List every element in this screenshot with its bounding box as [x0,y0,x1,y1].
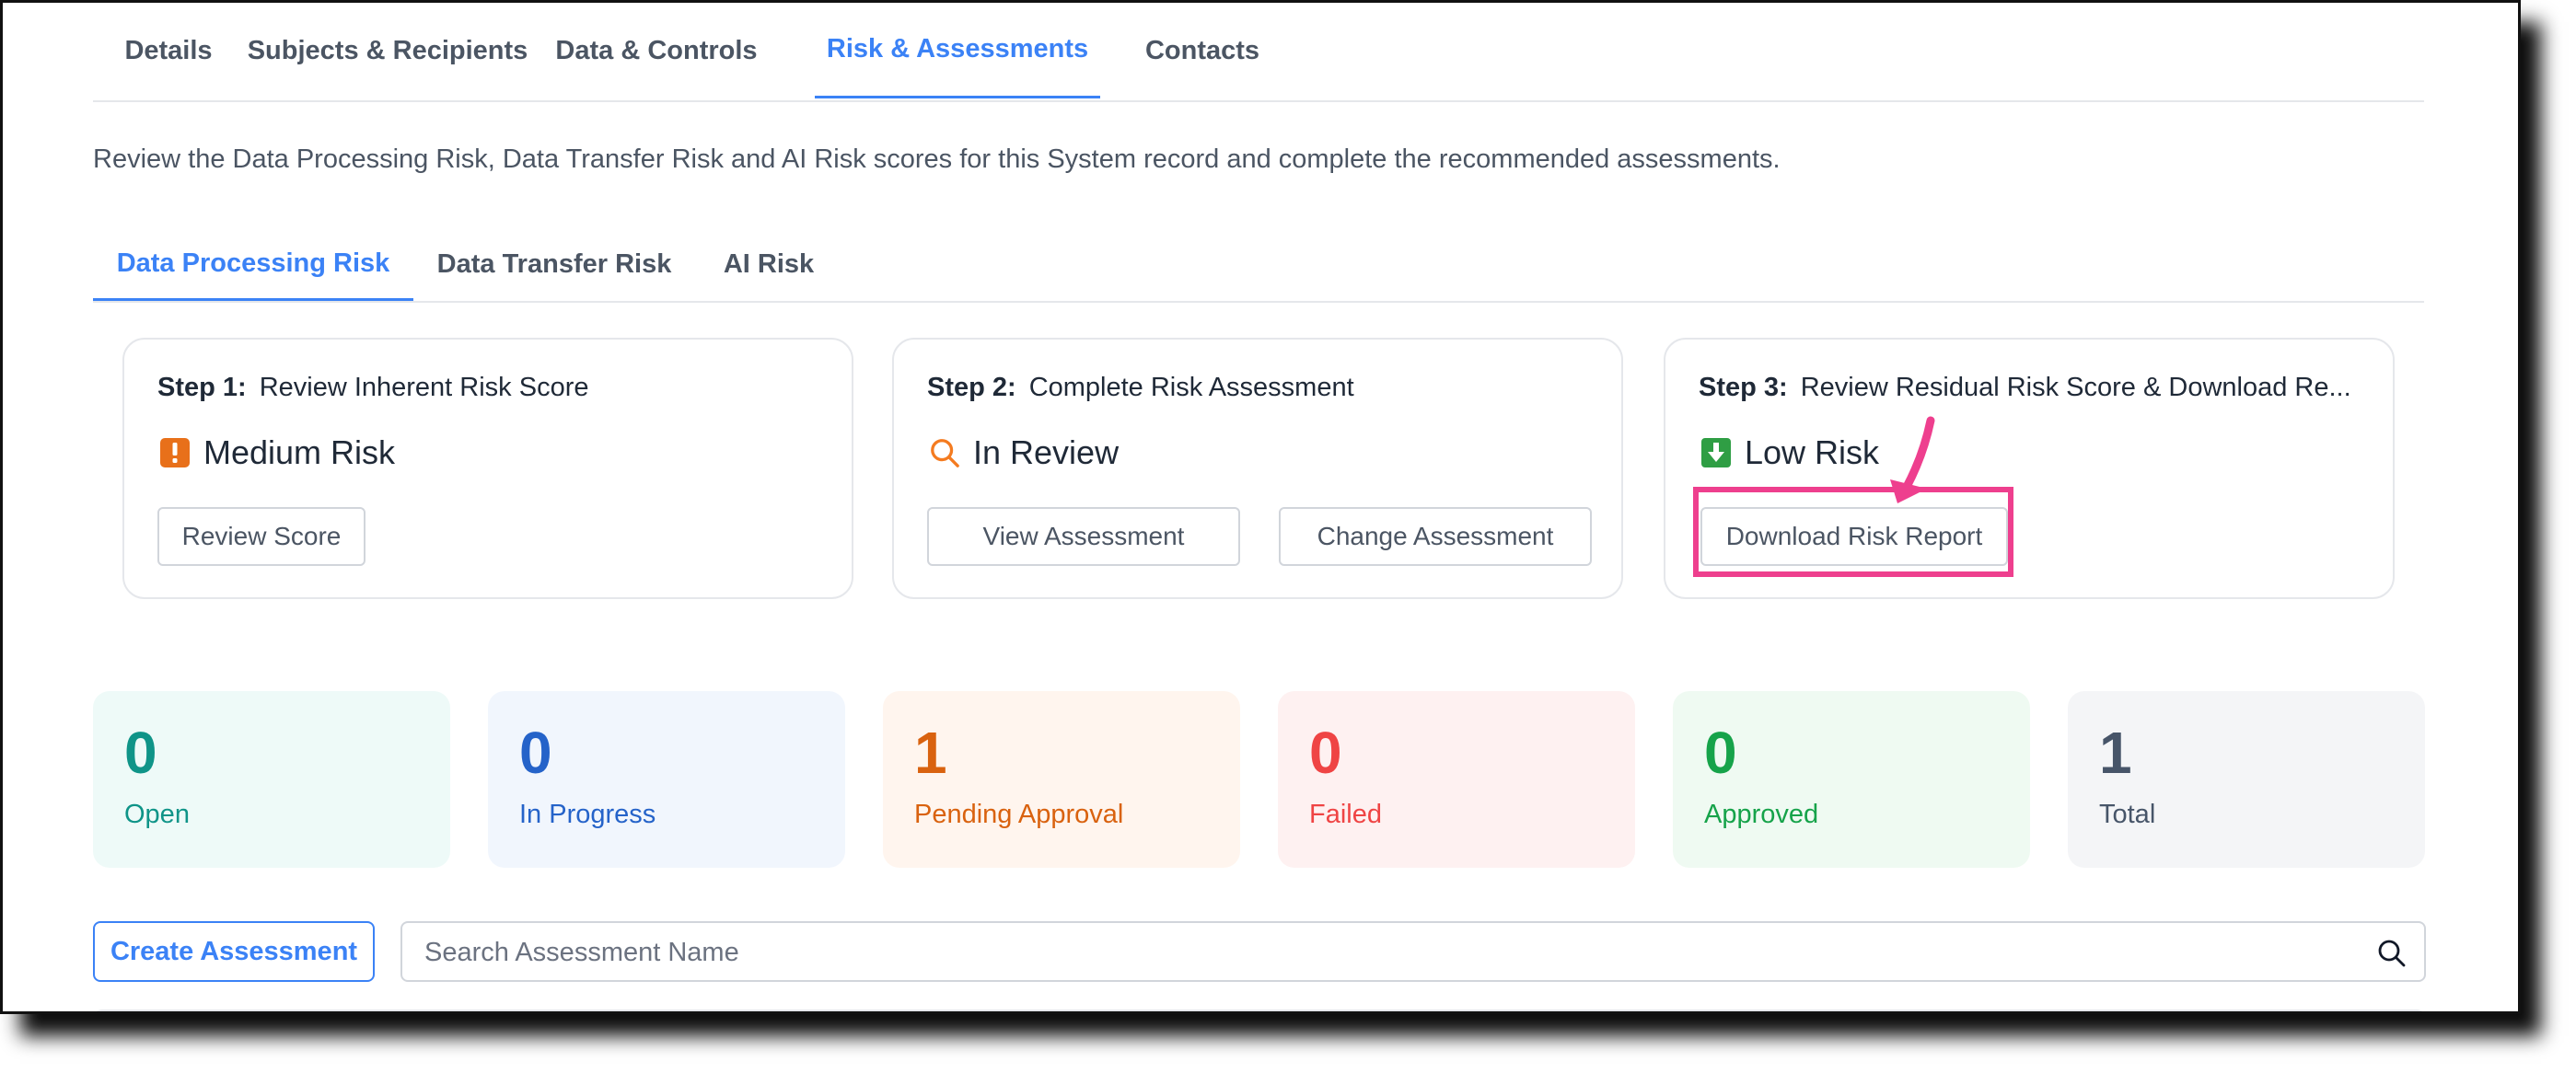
step-title: Review Residual Risk Score & Download Re… [1800,373,2351,402]
search-input[interactable] [423,930,2360,975]
step-card-inherent-risk: Step 1: Review Inherent Risk Score Medium… [122,338,853,599]
step-title: Complete Risk Assessment [1028,373,1354,402]
stat-label: Pending Approval [914,800,1124,829]
stat-value: 0 [519,720,552,786]
top-tab-bar: Details Subjects & Recipients Data & Con… [93,3,2424,102]
risk-status: Low Risk [1700,433,1879,472]
intro-text: Review the Data Processing Risk, Data Tr… [93,144,1781,174]
risk-status-label: Medium Risk [203,433,396,471]
create-assessment-button[interactable]: Create Assessment [93,921,375,982]
search-icon [929,437,960,468]
step-number: Step 3: [1699,373,1788,402]
stat-label: Failed [1309,800,1382,829]
annotation-arrow-icon [1881,415,1955,508]
warning-icon [159,437,191,468]
tab-data-transfer-risk[interactable]: Data Transfer Risk [413,229,695,299]
assessment-search-box [400,921,2426,982]
step-number: Step 1: [157,373,247,402]
assessment-status-label: In Review [973,433,1120,471]
stat-value: 1 [914,720,947,786]
stat-label: Open [124,800,190,829]
tab-data-processing-risk[interactable]: Data Processing Risk [93,229,413,301]
stat-tile-total[interactable]: 1 Total [2068,691,2425,868]
stat-value: 0 [1309,720,1342,786]
risk-status: Medium Risk [159,433,395,472]
download-icon [1700,437,1732,468]
stat-value: 0 [124,720,157,786]
tab-contacts[interactable]: Contacts [1115,3,1290,98]
risk-type-tab-bar: Data Processing Risk Data Transfer Risk … [93,229,2424,303]
stat-label: Total [2099,800,2156,829]
tab-ai-risk[interactable]: AI Risk [695,229,842,299]
step-card-risk-assessment: Step 2: Complete Risk Assessment In Revie… [892,338,1623,599]
tab-data-controls[interactable]: Data & Controls [531,3,782,98]
annotation-highlight-box [1693,487,2013,577]
tab-subjects-recipients[interactable]: Subjects & Recipients [244,3,531,98]
step-heading: Step 3: Review Residual Risk Score & Down… [1699,373,2380,403]
review-score-button[interactable]: Review Score [157,507,366,566]
stat-label: In Progress [519,800,656,829]
tab-details[interactable]: Details [93,3,244,98]
step-title: Review Inherent Risk Score [259,373,589,402]
stat-tile-pending-approval[interactable]: 1 Pending Approval [883,691,1240,868]
risk-status-label: Low Risk [1745,433,1880,471]
search-icon[interactable] [2376,938,2408,969]
stat-tile-failed[interactable]: 0 Failed [1278,691,1635,868]
app-window: Details Subjects & Recipients Data & Con… [0,0,2521,1014]
stat-tile-open[interactable]: 0 Open [93,691,450,868]
step-heading: Step 2: Complete Risk Assessment [927,373,1608,403]
stat-tile-approved[interactable]: 0 Approved [1673,691,2030,868]
assessment-table [93,1010,2426,1011]
assessment-status: In Review [929,433,1119,472]
stat-value: 1 [2099,720,2132,786]
step-heading: Step 1: Review Inherent Risk Score [157,373,839,403]
stat-value: 0 [1704,720,1737,786]
step-number: Step 2: [927,373,1016,402]
stat-tile-in-progress[interactable]: 0 In Progress [488,691,845,868]
tab-risk-assessments[interactable]: Risk & Assessments [815,3,1100,98]
change-assessment-button[interactable]: Change Assessment [1279,507,1592,566]
view-assessment-button[interactable]: View Assessment [927,507,1240,566]
stat-label: Approved [1704,800,1819,829]
